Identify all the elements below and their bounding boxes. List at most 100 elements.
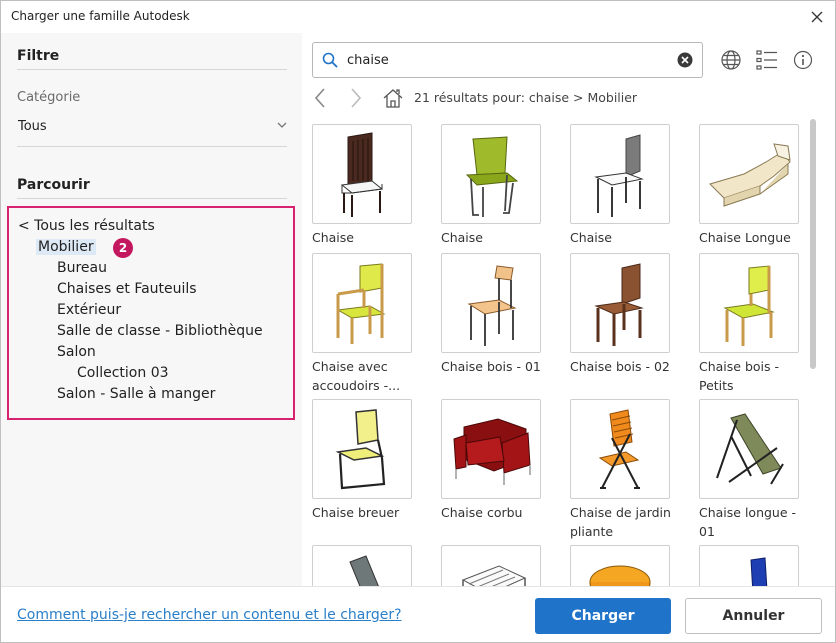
tree-item-salon-salle-a-manger[interactable]: Salon - Salle à manger [57,386,215,402]
result-item[interactable]: Chaise [441,124,565,247]
cancel-button[interactable]: Annuler [685,598,822,634]
help-link[interactable]: Comment puis-je rechercher un contenu et… [17,607,402,623]
orange-tub-chair-icon [589,565,651,586]
divider [17,69,287,70]
result-thumbnail[interactable] [441,253,541,353]
result-thumbnail[interactable] [570,545,670,586]
back-arrow-icon[interactable] [312,87,328,109]
category-select[interactable]: Tous [17,113,289,141]
tree-item-salon[interactable]: Salon [57,344,96,360]
result-label: Chaise [570,230,612,245]
result-label-line2: Petits [699,378,734,393]
close-button[interactable] [805,5,829,29]
result-item[interactable]: Chaise longue - 01 [699,399,817,541]
result-thumbnail[interactable] [699,545,799,586]
divider [17,146,287,147]
category-value: Tous [18,119,47,134]
result-thumbnail[interactable] [312,399,412,499]
result-item[interactable]: Chaise de jardin pliante [570,399,694,541]
home-icon[interactable] [382,87,404,109]
result-item[interactable]: Chaise bois - Petits [699,253,817,395]
list-view-icon[interactable] [756,49,778,71]
tree-item-collection-03[interactable]: Collection 03 [77,365,169,381]
navigation-bar: 21 résultats pour: chaise > Mobilier [310,85,830,111]
window-title: Charger une famille Autodesk [11,9,190,23]
tree-item-mobilier[interactable]: Mobilier [36,239,96,255]
browse-title: Parcourir [17,177,90,193]
wood-chair-02-icon [594,263,644,346]
blue-chair-icon [750,557,768,586]
load-button[interactable]: Charger [535,598,671,634]
green-chair-icon [465,136,519,217]
results-grid: Chaise Chaise Chaise Chaise Longue Chais… [302,123,817,586]
dialog-footer: Comment puis-je rechercher un contenu et… [1,586,835,642]
result-thumbnail[interactable] [570,124,670,224]
result-label: Chaise corbu [441,505,523,520]
forward-arrow-icon[interactable] [348,87,364,109]
result-thumbnail[interactable] [312,545,412,586]
result-item[interactable] [570,545,694,586]
filter-panel: Filtre Catégorie Tous Parcourir < Tous l… [1,33,302,586]
result-item[interactable]: Chaise bois - 01 [441,253,565,376]
search-icon [322,52,338,68]
result-item[interactable]: Chaise avec accoudoirs -... [312,253,436,395]
tree-item-all-results[interactable]: < Tous les résultats [18,218,155,234]
result-label: Chaise [312,230,354,245]
breuer-chair-icon [335,409,386,490]
result-item[interactable]: Chaise [570,124,694,247]
result-item[interactable] [312,545,436,586]
result-label-line2: accoudoirs -... [312,378,401,393]
tree-item-salle-de-classe[interactable]: Salle de classe - Bibliothèque [57,323,263,339]
result-thumbnail[interactable] [699,399,799,499]
result-label: Chaise longue - [699,505,797,520]
info-icon[interactable] [792,49,814,71]
grey-chair-icon [594,134,644,217]
result-thumbnail[interactable] [570,399,670,499]
result-thumbnail[interactable] [441,124,541,224]
wood-chair-small-icon [723,265,775,346]
result-thumbnail[interactable] [441,545,541,586]
result-thumbnail[interactable] [312,253,412,353]
tree-item-bureau[interactable]: Bureau [57,260,107,276]
result-item[interactable]: Chaise corbu [441,399,565,522]
result-label: Chaise avec [312,359,388,374]
result-label: Chaise Longue [699,230,791,245]
tree-item-chaises-fauteuils[interactable]: Chaises et Fauteuils [57,281,197,297]
result-label: Chaise de jardin [570,505,671,520]
armchair-yellow-icon [336,263,386,344]
result-thumbnail[interactable] [312,124,412,224]
title-bar: Charger une famille Autodesk [1,1,835,33]
step-badge: 2 [113,238,133,258]
dark-wood-chair-icon [340,132,384,217]
result-item[interactable]: Chaise Longue [699,124,817,247]
result-thumbnail[interactable] [699,253,799,353]
results-scrollbar[interactable] [810,119,816,369]
chaise-longue-icon [709,143,791,207]
search-box [312,42,703,78]
result-label: Chaise breuer [312,505,400,520]
load-family-dialog: Charger une famille Autodesk Filtre Caté… [0,0,836,643]
search-input[interactable] [347,49,667,71]
result-thumbnail[interactable] [570,253,670,353]
result-item[interactable]: Chaise [312,124,436,247]
globe-icon[interactable] [720,49,742,71]
divider [17,198,287,199]
result-label: Chaise [441,230,483,245]
result-item[interactable]: Chaise bois - 02 [570,253,694,376]
deck-chair-icon [716,413,784,485]
result-item[interactable] [699,545,817,586]
result-thumbnail[interactable] [441,399,541,499]
tree-item-exterieur[interactable]: Extérieur [57,302,121,318]
result-thumbnail[interactable] [699,124,799,224]
clear-search-icon[interactable] [677,52,693,68]
grey-seat-icon [349,555,379,586]
category-label: Catégorie [17,90,81,105]
result-item[interactable]: Chaise breuer [312,399,436,522]
result-item[interactable] [441,545,565,586]
result-label: Chaise bois - 02 [570,359,670,374]
filter-title: Filtre [17,48,60,64]
close-icon [811,11,823,23]
bench-icon [461,565,527,586]
wood-chair-01-icon [467,265,517,346]
browse-tree: < Tous les résultats Mobilier 2 Bureau C… [7,206,295,420]
